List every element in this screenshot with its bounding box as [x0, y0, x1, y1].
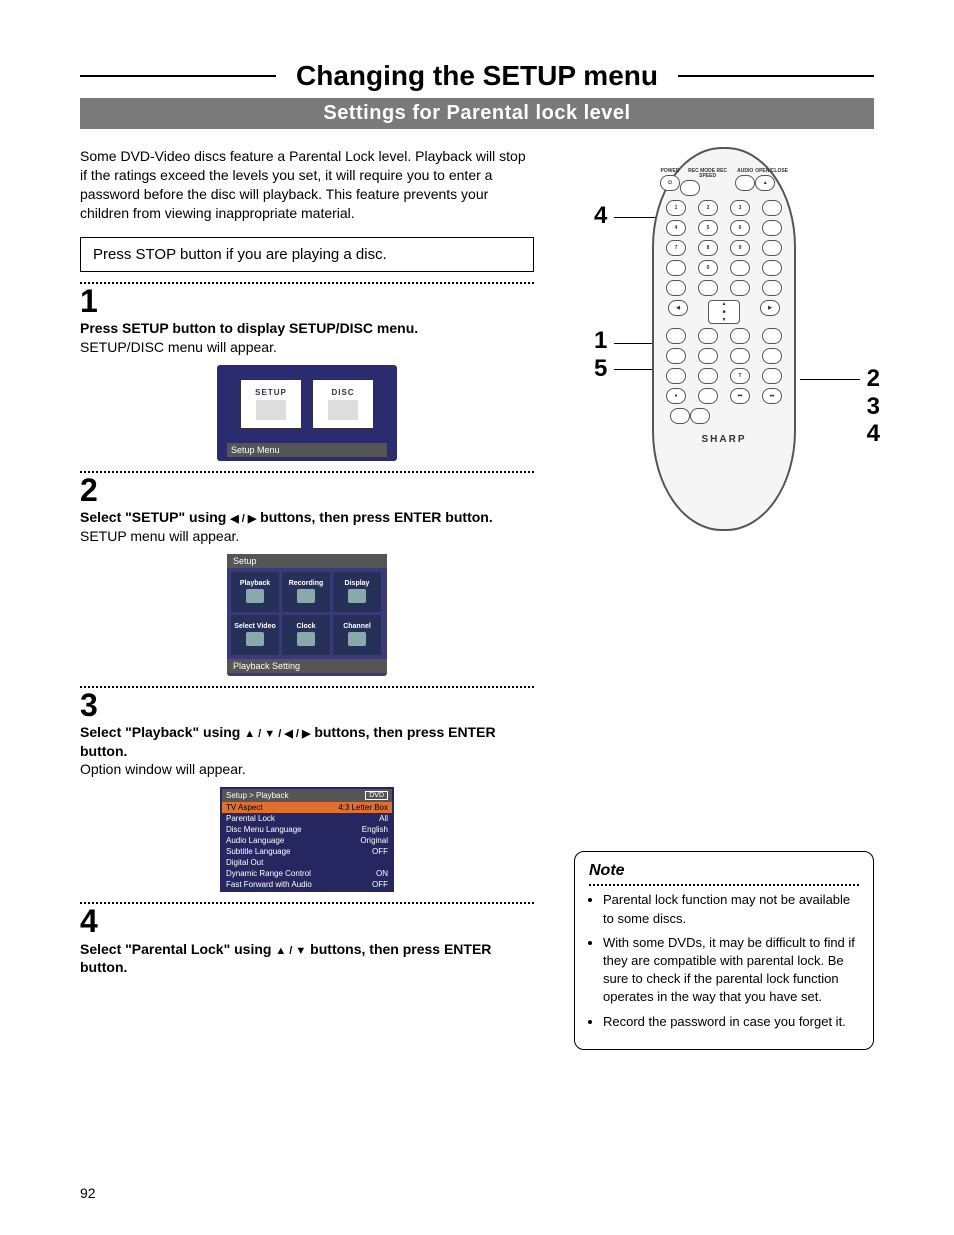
note-box: Note Parental lock function may not be a… [574, 851, 874, 1050]
page-subtitle: Settings for Parental lock level [80, 98, 874, 129]
intro-text: Some DVD-Video discs feature a Parental … [80, 147, 534, 223]
callout-5-left: 5 [594, 355, 607, 383]
remote-brand: SHARP [654, 434, 794, 445]
callouts-right: 2 3 4 [867, 365, 880, 448]
note-item: With some DVDs, it may be difficult to f… [603, 934, 859, 1007]
step-1-sub: SETUP/DISC menu will appear. [80, 339, 277, 355]
step-1-title: Press SETUP button to display SETUP/DISC… [80, 320, 418, 336]
step-3-number: 3 [80, 688, 534, 723]
playback-menu-graphic: Setup > PlaybackDVD TV Aspect4:3 Letter … [220, 787, 394, 892]
step-2-body: Select "SETUP" using ◀ / ▶ buttons, then… [80, 508, 534, 546]
step-1-body: Press SETUP button to display SETUP/DISC… [80, 319, 534, 357]
callout-4-left: 4 [594, 202, 607, 230]
press-stop-box: Press STOP button if you are playing a d… [80, 237, 534, 272]
step-4-number: 4 [80, 904, 534, 939]
up-down-arrow-icon: ▲ / ▼ [275, 945, 306, 957]
page-title: Changing the SETUP menu [276, 60, 678, 92]
all-arrows-icon: ▲ / ▼ / ◀ / ▶ [244, 728, 310, 740]
page-number: 92 [80, 1185, 96, 1201]
step-2-number: 2 [80, 473, 534, 508]
page-title-bar: Changing the SETUP menu [80, 60, 874, 92]
callout-1-left: 1 [594, 327, 607, 355]
note-item: Parental lock function may not be availa… [603, 891, 859, 927]
remote-control-illustration: POWER⏻ REC MODE REC SPEED AUDIO OPEN/CLO… [652, 147, 796, 531]
step-3-body: Select "Playback" using ▲ / ▼ / ◀ / ▶ bu… [80, 723, 534, 780]
note-title: Note [589, 860, 859, 882]
step-1-number: 1 [80, 284, 534, 319]
step-3-sub: Option window will appear. [80, 761, 246, 777]
step-4-body: Select "Parental Lock" using ▲ / ▼ butto… [80, 940, 534, 978]
setup-grid-menu-graphic: Setup Playback Recording Display Select … [227, 554, 387, 676]
left-right-arrow-icon: ◀ / ▶ [230, 513, 256, 525]
step-2-sub: SETUP menu will appear. [80, 528, 239, 544]
note-item: Record the password in case you forget i… [603, 1013, 859, 1031]
setup-disc-menu-graphic: SETUP DISC Setup Menu [217, 365, 397, 461]
